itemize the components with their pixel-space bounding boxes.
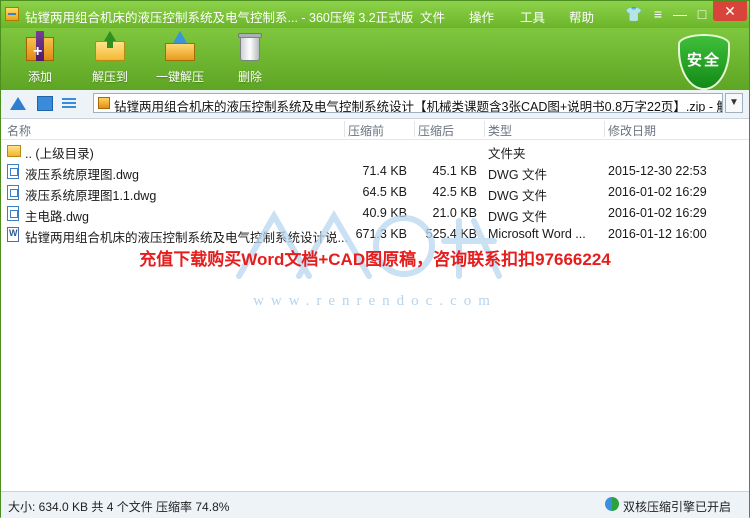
col-modified[interactable]: 修改日期	[608, 122, 656, 139]
address-dropdown-button[interactable]: ▼	[725, 93, 743, 113]
archive-icon	[98, 97, 110, 109]
app-window: 钻镗两用组合机床的液压控制系统及电气控制系... - 360压缩 3.2正式版 …	[0, 0, 750, 518]
extract-to-button[interactable]: 解压到	[75, 31, 145, 87]
folder-icon	[7, 145, 21, 157]
promo-text: 充值下载购买Word文档+CAD图原稿，咨询联系扣扣97666224	[139, 250, 611, 269]
status-summary: 大小: 634.0 KB 共 4 个文件 压缩率 74.8%	[8, 500, 230, 514]
address-input[interactable]: 钻镗两用组合机床的液压控制系统及电气控制系统设计【机械类课题含3张CAD图+说明…	[93, 93, 723, 113]
add-archive-icon: +	[23, 31, 57, 63]
table-row[interactable]: 液压系统原理图.dwg 71.4 KB 45.1 KB DWG 文件 2015-…	[1, 161, 749, 182]
minimize-icon[interactable]: —	[669, 4, 691, 24]
one-click-extract-icon	[163, 31, 197, 63]
up-arrow-icon[interactable]	[10, 97, 26, 110]
security-shield-button[interactable]: 安全	[678, 34, 730, 92]
dual-core-engine-icon	[605, 497, 619, 511]
col-after[interactable]: 压缩后	[418, 122, 454, 139]
menu-tools[interactable]: 工具	[520, 7, 545, 26]
close-icon[interactable]: ✕	[713, 1, 747, 21]
menu-icon[interactable]: ≡	[647, 4, 669, 24]
maximize-icon[interactable]: □	[691, 4, 713, 24]
title-bar: 钻镗两用组合机床的液压控制系统及电气控制系... - 360压缩 3.2正式版 …	[1, 1, 749, 28]
col-name[interactable]: 名称	[7, 122, 31, 139]
thumbnail-view-icon[interactable]	[37, 96, 53, 111]
trash-can-icon	[233, 31, 267, 63]
dwg-file-icon	[7, 206, 19, 221]
file-list: 名称 压缩前 压缩后 类型 修改日期 .. (上级目录) 文件夹 液压系统原理图…	[1, 119, 749, 489]
dwg-file-icon	[7, 185, 19, 200]
add-button[interactable]: + 添加	[5, 31, 75, 87]
address-bar: 钻镗两用组合机床的液压控制系统及电气控制系统设计【机械类课题含3张CAD图+说明…	[1, 90, 749, 119]
column-header: 名称 压缩前 压缩后 类型 修改日期	[1, 119, 749, 140]
toolbar: + 添加 解压到 一键解压 删除	[1, 28, 749, 90]
delete-label: 删除	[237, 70, 262, 84]
window-title: 钻镗两用组合机床的液压控制系统及电气控制系... - 360压缩 3.2正式版	[25, 11, 414, 25]
col-before[interactable]: 压缩前	[348, 122, 384, 139]
one-click-label: 一键解压	[155, 70, 204, 84]
status-bar: 大小: 634.0 KB 共 4 个文件 压缩率 74.8% 双核压缩引擎已开启	[1, 491, 749, 518]
word-document-icon	[7, 227, 19, 242]
dwg-file-icon	[7, 164, 19, 179]
watermark-url: www.renrendoc.com	[253, 293, 497, 309]
table-row[interactable]: .. (上级目录) 文件夹	[1, 140, 749, 161]
menu-operate[interactable]: 操作	[469, 7, 494, 26]
menu-help[interactable]: 帮助	[569, 7, 594, 26]
address-path: 钻镗两用组合机床的液压控制系统及电气控制系统设计【机械类课题含3张CAD图+说明…	[114, 100, 723, 113]
list-view-icon[interactable]	[62, 96, 76, 109]
extract-label: 解压到	[91, 70, 128, 84]
archive-app-icon	[5, 7, 19, 21]
delete-button[interactable]: 删除	[215, 31, 285, 87]
engine-status[interactable]: 双核压缩引擎已开启	[623, 498, 731, 515]
one-click-extract-button[interactable]: 一键解压	[145, 31, 215, 87]
extract-folder-icon	[93, 31, 127, 63]
add-label: 添加	[27, 70, 52, 84]
skin-icon[interactable]: 👕	[623, 4, 645, 24]
col-type[interactable]: 类型	[488, 122, 512, 139]
shield-label: 安全	[686, 52, 721, 69]
table-row[interactable]: 液压系统原理图1.1.dwg 64.5 KB 42.5 KB DWG 文件 20…	[1, 182, 749, 203]
menu-file[interactable]: 文件	[420, 7, 445, 26]
